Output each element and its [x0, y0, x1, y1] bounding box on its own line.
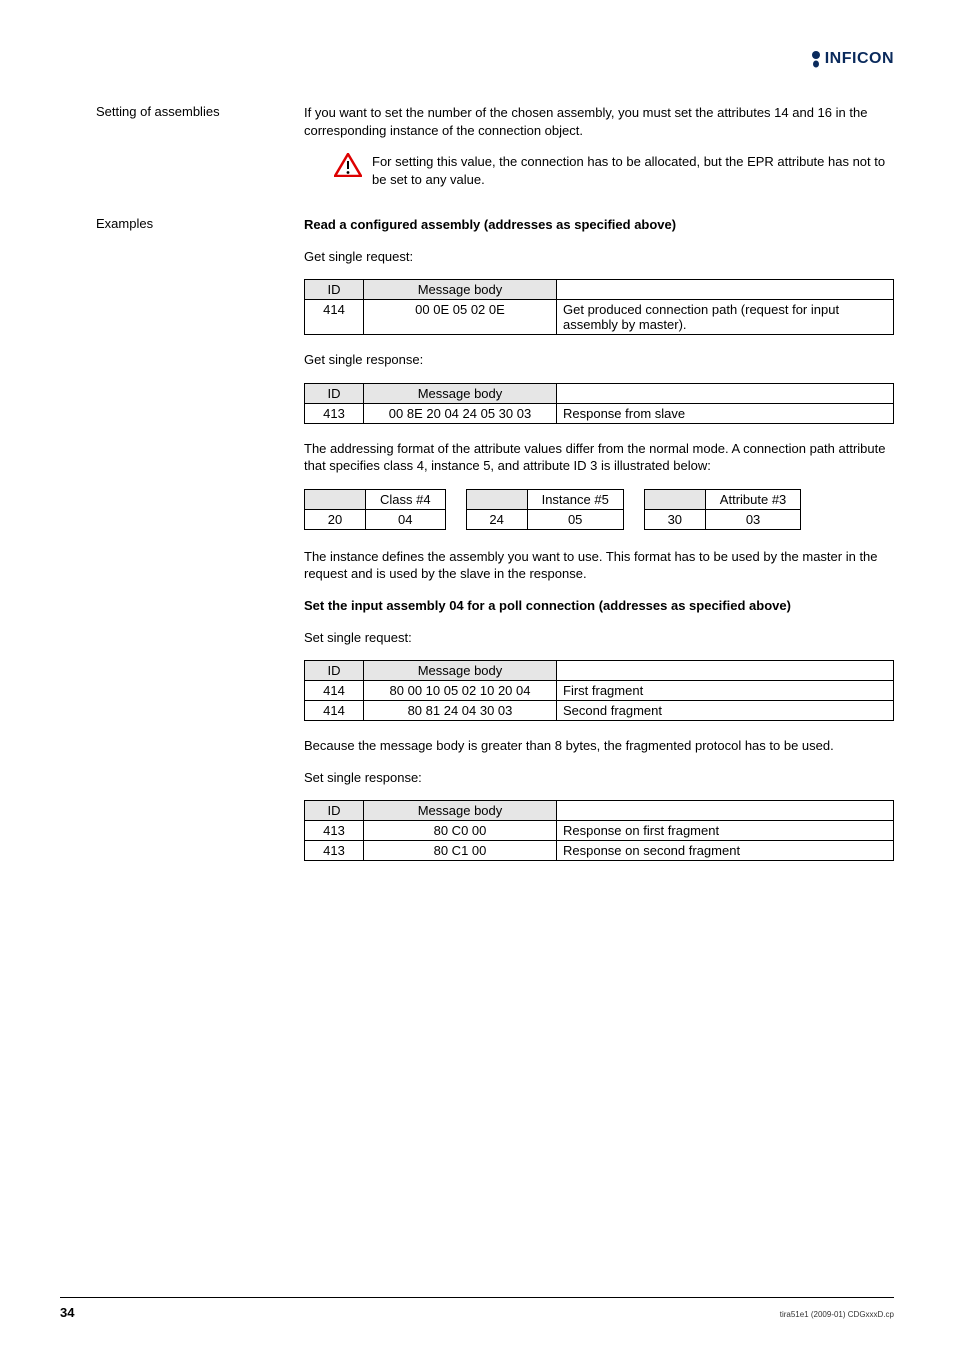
- req-body: 00 0E 05 02 0E: [364, 300, 557, 335]
- inst-l: 24: [466, 509, 527, 529]
- inst-v: 05: [527, 509, 623, 529]
- th-id4: ID: [305, 801, 364, 821]
- resp-desc: Response from slave: [557, 403, 894, 423]
- resp2-id: 413: [305, 841, 364, 861]
- req-desc: Get produced connection path (request fo…: [557, 300, 894, 335]
- footer-meta: tira51e1 (2009-01) CDGxxxD.cp: [780, 1310, 894, 1319]
- class-table: Class #4 2004: [304, 489, 446, 530]
- warning-icon: [334, 153, 362, 177]
- warning-note: For setting this value, the connection h…: [334, 153, 894, 188]
- th-id: ID: [305, 280, 364, 300]
- resp1-body: 80 C0 00: [364, 821, 557, 841]
- th-id3: ID: [305, 661, 364, 681]
- footer-divider: [60, 1297, 894, 1298]
- th-empty4: [557, 801, 894, 821]
- req2-id: 414: [305, 701, 364, 721]
- resp1-id: 413: [305, 821, 364, 841]
- set-response-table: ID Message body 413 80 C0 00 Response on…: [304, 800, 894, 861]
- brand-logo: INFICON: [809, 50, 894, 68]
- inst-h: Instance #5: [527, 489, 623, 509]
- attr-v: 03: [705, 509, 801, 529]
- addressing-text: The addressing format of the attribute v…: [304, 440, 894, 475]
- get-request-table: ID Message body 414 00 0E 05 02 0E Get p…: [304, 279, 894, 335]
- th-id2: ID: [305, 383, 364, 403]
- sec1-heading: Read a configured assembly (addresses as…: [304, 216, 894, 234]
- resp2-body: 80 C1 00: [364, 841, 557, 861]
- sec2-heading: Set the input assembly 04 for a poll con…: [304, 597, 894, 615]
- resp1-desc: Response on first fragment: [557, 821, 894, 841]
- th-body4: Message body: [364, 801, 557, 821]
- page-number: 34: [60, 1305, 74, 1320]
- attr-l: 30: [644, 509, 705, 529]
- resp2-desc: Response on second fragment: [557, 841, 894, 861]
- side-heading-setting: Setting of assemblies: [96, 104, 286, 119]
- instance-table: Instance #5 2405: [466, 489, 624, 530]
- fragment-note: Because the message body is greater than…: [304, 737, 894, 755]
- req1-desc: First fragment: [557, 681, 894, 701]
- req2-desc: Second fragment: [557, 701, 894, 721]
- th-empty3: [557, 661, 894, 681]
- page-footer: 34 tira51e1 (2009-01) CDGxxxD.cp: [60, 1305, 894, 1320]
- class-l: 20: [305, 509, 366, 529]
- warning-text: For setting this value, the connection h…: [372, 153, 894, 188]
- set-single-request-label: Set single request:: [304, 629, 894, 647]
- logo-text: INFICON: [825, 50, 894, 68]
- attribute-table: Attribute #3 3003: [644, 489, 802, 530]
- th-body: Message body: [364, 280, 557, 300]
- th-empty: [557, 280, 894, 300]
- th-body2: Message body: [364, 383, 557, 403]
- class-v: 04: [366, 509, 446, 529]
- req1-body: 80 00 10 05 02 10 20 04: [364, 681, 557, 701]
- get-single-request-label: Get single request:: [304, 248, 894, 266]
- set-request-table: ID Message body 414 80 00 10 05 02 10 20…: [304, 660, 894, 721]
- resp-body: 00 8E 20 04 24 05 30 03: [364, 403, 557, 423]
- intro-text: If you want to set the number of the cho…: [304, 104, 894, 139]
- side-heading-examples: Examples: [96, 216, 286, 231]
- logo-icon: [809, 50, 823, 68]
- attr-h: Attribute #3: [705, 489, 801, 509]
- class-h: Class #4: [366, 489, 446, 509]
- addressing-tables: Class #4 2004 Instance #5 2405 Attribute…: [304, 489, 894, 530]
- req1-id: 414: [305, 681, 364, 701]
- get-response-table: ID Message body 413 00 8E 20 04 24 05 30…: [304, 383, 894, 424]
- resp-id: 413: [305, 403, 364, 423]
- th-body3: Message body: [364, 661, 557, 681]
- set-single-response-label: Set single response:: [304, 769, 894, 787]
- req2-body: 80 81 24 04 30 03: [364, 701, 557, 721]
- get-single-response-label: Get single response:: [304, 351, 894, 369]
- req-id: 414: [305, 300, 364, 335]
- instance-text: The instance defines the assembly you wa…: [304, 548, 894, 583]
- th-empty2: [557, 383, 894, 403]
